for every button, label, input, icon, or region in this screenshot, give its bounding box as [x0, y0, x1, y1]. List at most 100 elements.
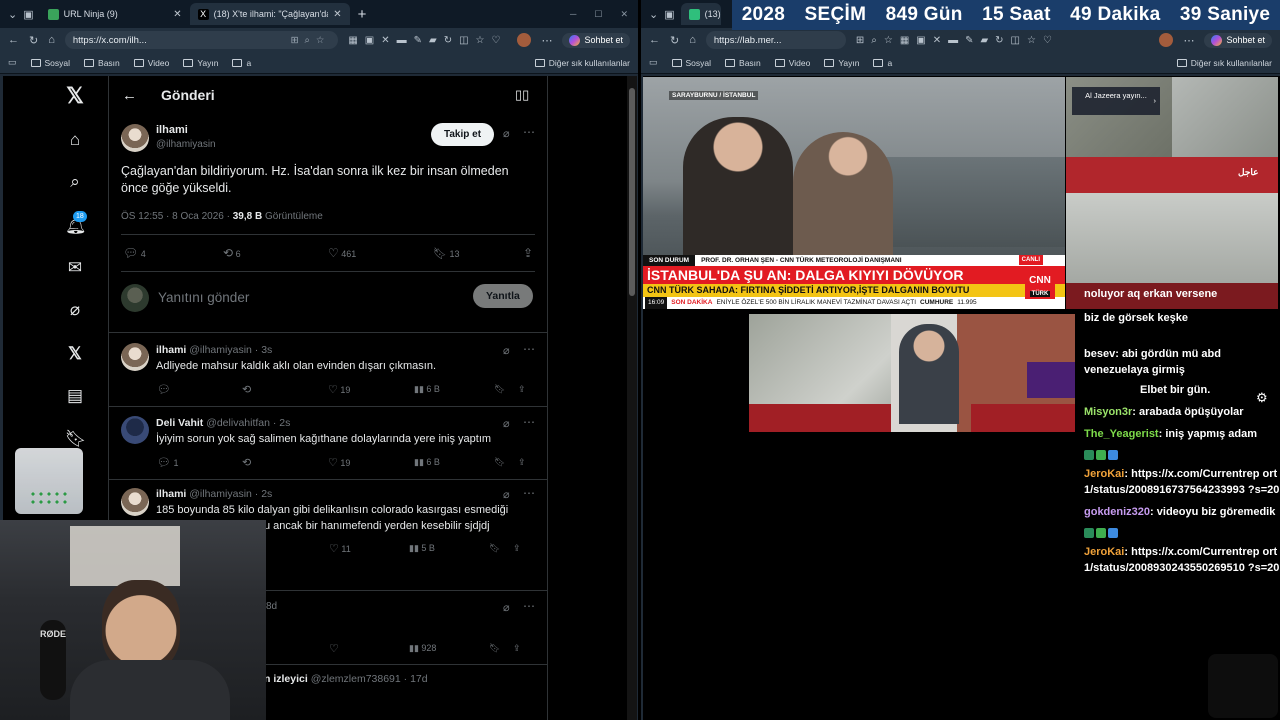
like-action[interactable]: ♡ 19	[328, 456, 414, 469]
x-logo-icon[interactable]: 𝕏	[65, 85, 85, 107]
bookmarks-menu-icon[interactable]: ▭	[649, 57, 658, 68]
reply-avatar[interactable]	[121, 416, 149, 444]
author-avatar[interactable]	[121, 124, 149, 152]
back-arrow-icon[interactable]: ←	[122, 87, 137, 104]
reader-mode-icon[interactable]: ▯▯	[515, 87, 529, 103]
views-action[interactable]: ▮▮ 5 B	[409, 543, 489, 554]
address-bar[interactable]: https://x.com/ilh... ⊞⌕☆	[64, 31, 339, 49]
bookmarks-menu-icon[interactable]: ▭	[8, 57, 17, 68]
more-icon[interactable]: ⋯	[1183, 34, 1194, 47]
grok-post-icon[interactable]: ⌀	[503, 488, 510, 501]
refresh-icon[interactable]: ↻	[670, 34, 679, 47]
reply-handle[interactable]: @ilhamiyasin · 3s	[189, 344, 272, 356]
more-options-icon[interactable]: ⋯	[523, 125, 535, 139]
share-icon[interactable]: ⇪	[518, 384, 526, 395]
al-jazeera-panel[interactable]: Al Jazeera yayın... › عاجل	[1066, 77, 1278, 309]
copilot-chat-button[interactable]: Sohbet et	[1204, 32, 1272, 48]
reply-avatar[interactable]	[121, 343, 149, 371]
back-icon[interactable]: ←	[8, 34, 19, 46]
close-window-button[interactable]: ✕	[620, 9, 628, 20]
like-action[interactable]: ♡ 19	[328, 383, 414, 396]
reply-handle[interactable]: @delivahitfan · 2s	[206, 417, 290, 429]
tab-x-post[interactable]: X (18) X'te ilhami: "Çağlayan'dan bil… ✕	[189, 3, 350, 25]
chat-user[interactable]: JeroKai	[1084, 546, 1124, 558]
grok-icon[interactable]: ⌀	[65, 300, 85, 320]
new-tab-button[interactable]: +	[358, 6, 367, 23]
page-scrollbar[interactable]	[627, 76, 637, 720]
notifications-icon[interactable]: 🔔︎ 18	[65, 211, 87, 236]
more-options-icon[interactable]: ⋯	[523, 342, 535, 356]
more-options-icon[interactable]: ⋯	[523, 415, 535, 429]
heart-icon[interactable]: ♡	[329, 642, 409, 655]
tab-url-ninja[interactable]: URL Ninja (9) ✕	[40, 3, 190, 25]
bookmark-icon[interactable]: 🔖︎	[494, 457, 518, 468]
more-options-icon[interactable]: ⋯	[523, 599, 535, 613]
reply-handle[interactable]: @ilhamiyasin · 2s	[189, 488, 272, 500]
more-icon[interactable]: ⋯	[541, 34, 552, 47]
chat-user[interactable]: The_Yeagerist	[1084, 428, 1159, 440]
reply-author[interactable]: ilhami	[156, 488, 186, 500]
copilot-chat-button[interactable]: Sohbet et	[562, 32, 630, 48]
minimize-button[interactable]: ─	[570, 9, 576, 19]
address-bar[interactable]: https://lab.mer...	[705, 31, 846, 49]
lists-icon[interactable]: ▤	[65, 386, 85, 406]
reply-author[interactable]: n izleyici	[264, 673, 308, 685]
bookmark-yayin[interactable]: Yayın	[183, 58, 218, 68]
tab-stream[interactable]: (13)	[680, 3, 721, 25]
views-action[interactable]: ▮▮ 6 B	[414, 384, 494, 395]
bookmark-yayin[interactable]: Yayın	[824, 58, 859, 68]
bookmark-icon[interactable]: 🔖︎	[494, 384, 518, 395]
bookmark-video[interactable]: Video	[133, 58, 169, 68]
extension-icons[interactable]: ▦▣✕▬✎▰↻◫☆♡	[348, 35, 507, 46]
home-icon[interactable]: ⌂	[65, 130, 85, 150]
bookmark-a[interactable]: a	[232, 58, 251, 68]
bookmark-sosyal[interactable]: Sosyal	[30, 58, 70, 68]
workspaces-icon[interactable]: ▣	[664, 8, 674, 21]
views-action[interactable]: ▮▮ 6 B	[414, 457, 494, 468]
reply-avatar[interactable]	[121, 488, 149, 516]
close-tab-icon[interactable]: ✕	[333, 9, 341, 20]
post-timestamp[interactable]: ÖS 12:55 · 8 Oca 2026 ·	[121, 211, 233, 222]
follow-button[interactable]: Takip et	[431, 123, 495, 146]
bookmark-video[interactable]: Video	[774, 58, 810, 68]
back-icon[interactable]: ←	[649, 34, 660, 46]
chat-user[interactable]: Misyon3r	[1084, 406, 1132, 418]
repost-action[interactable]: ⟲ 6	[223, 246, 328, 260]
share-icon[interactable]: ⇪	[523, 246, 533, 260]
reply-author[interactable]: Deli Vahit	[156, 417, 203, 429]
bookmark-sosyal[interactable]: Sosyal	[671, 58, 711, 68]
more-options-icon[interactable]: ⋯	[523, 486, 535, 500]
home-icon[interactable]: ⌂	[689, 34, 696, 46]
like-action[interactable]: ♡ 461	[328, 246, 433, 260]
bookmark-basin[interactable]: Basın	[84, 58, 120, 68]
maximize-button[interactable]: ☐	[594, 9, 602, 20]
other-bookmarks[interactable]: Diğer sık kullanılanlar	[1176, 58, 1272, 68]
grok-post-icon[interactable]: ⌀	[503, 344, 510, 357]
other-bookmarks[interactable]: Diğer sık kullanılanlar	[534, 58, 630, 68]
reply-icon[interactable]: 💬︎	[157, 383, 242, 396]
tab-actions-icon[interactable]: ⌄	[8, 8, 17, 21]
bookmark-a[interactable]: a	[873, 58, 892, 68]
aj-label-card[interactable]: Al Jazeera yayın... ›	[1072, 87, 1160, 115]
grok-post-icon[interactable]: ⌀	[503, 417, 510, 430]
author-name[interactable]: ilhami	[156, 124, 188, 136]
premium-icon[interactable]: 𝕏	[65, 344, 85, 364]
share-icon[interactable]: ⇪	[518, 457, 526, 468]
repost-icon[interactable]: ⟲	[242, 456, 328, 469]
profile-avatar[interactable]	[1159, 33, 1174, 47]
reply-author[interactable]: ilhami	[156, 344, 186, 356]
views-action[interactable]: ▮▮ 928	[409, 643, 489, 654]
share-icon[interactable]: ⇪	[513, 543, 521, 554]
profile-avatar[interactable]	[517, 33, 532, 47]
bookmarks-icon[interactable]: 🔖︎	[65, 429, 87, 449]
grok-post-icon[interactable]: ⌀	[503, 601, 510, 614]
grok-post-icon[interactable]: ⌀	[503, 127, 510, 140]
settings-gear-icon[interactable]: ⚙	[1256, 390, 1268, 406]
bookmark-basin[interactable]: Basın	[725, 58, 761, 68]
extension-icons[interactable]: ⊞⌕☆▦▣✕▬✎▰↻◫☆♡	[856, 35, 1150, 46]
workspaces-icon[interactable]: ▣	[23, 8, 33, 21]
close-tab-icon[interactable]: ✕	[173, 9, 181, 20]
share-icon[interactable]: ⇪	[513, 643, 521, 654]
reply-action[interactable]: 💬︎ 4	[123, 246, 223, 260]
author-handle[interactable]: @ilhamiyasin	[156, 139, 216, 150]
